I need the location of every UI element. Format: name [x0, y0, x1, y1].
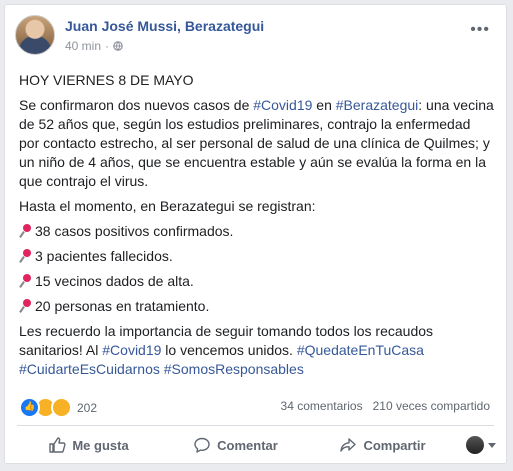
globe-icon[interactable]: [113, 41, 123, 51]
pushpin-icon: [19, 224, 31, 238]
comment-button[interactable]: Comentar: [162, 436, 309, 454]
hashtag-link[interactable]: #QuedateEnTuCasa: [297, 342, 424, 358]
post-line: HOY VIERNES 8 DE MAYO: [19, 72, 194, 88]
hashtag-link[interactable]: #SomosResponsables: [164, 361, 304, 377]
reactions-summary[interactable]: 202: [19, 397, 97, 418]
hashtag-link[interactable]: #Covid19: [102, 342, 161, 358]
like-reaction-icon: [19, 397, 40, 418]
thumbs-up-icon: [49, 437, 66, 453]
author-name[interactable]: Juan José Mussi, Berazategui: [65, 18, 264, 34]
share-button[interactable]: Compartir: [309, 436, 456, 454]
author-avatar[interactable]: [15, 15, 55, 55]
caret-down-icon: [488, 442, 496, 448]
list-item: 15 vecinos dados de alta.: [19, 272, 494, 291]
meta-separator: ·: [105, 39, 110, 53]
list-item: 38 casos positivos confirmados.: [19, 222, 494, 241]
pushpin-icon: [19, 299, 31, 313]
post-meta: 40 min ·: [65, 39, 123, 53]
hashtag-link[interactable]: #Covid19: [253, 97, 312, 113]
hashtag-link[interactable]: #CuidarteEsCuidarnos: [19, 361, 160, 377]
list-item: 20 personas en tratamiento.: [19, 297, 494, 316]
divider: [17, 425, 494, 426]
viewer-avatar: [466, 436, 484, 454]
post-paragraph: Hasta el momento, en Berazategui se regi…: [19, 198, 316, 214]
post-paragraph: Se confirmaron dos nuevos casos de #Covi…: [19, 97, 494, 189]
comment-label: Comentar: [217, 437, 278, 453]
more-options-icon[interactable]: •••: [470, 21, 490, 39]
share-label: Compartir: [363, 437, 426, 453]
post-header: Juan José Mussi, Berazategui 40 min · ••…: [15, 15, 496, 59]
list-item: 3 pacientes fallecidos.: [19, 247, 494, 266]
action-bar: Me gusta Comentar Compartir: [15, 429, 496, 461]
like-button[interactable]: Me gusta: [15, 436, 162, 454]
pushpin-icon: [19, 274, 31, 288]
wow-reaction-icon: [51, 397, 72, 418]
viewer-selector[interactable]: [456, 436, 496, 454]
comment-icon: [194, 437, 210, 453]
share-icon: [340, 438, 357, 452]
comment-count[interactable]: 34 comentarios: [281, 399, 363, 413]
post-body: HOY VIERNES 8 DE MAYO Se confirmaron dos…: [19, 71, 494, 385]
post-card: Juan José Mussi, Berazategui 40 min · ••…: [4, 4, 507, 464]
pushpin-icon: [19, 249, 31, 263]
like-label: Me gusta: [72, 437, 129, 453]
reaction-count[interactable]: 202: [77, 401, 97, 415]
share-count[interactable]: 210 veces compartido: [373, 399, 490, 413]
engagement-counts: 34 comentarios 210 veces compartido: [281, 399, 490, 413]
post-stats: 202 34 comentarios 210 veces compartido: [15, 397, 494, 418]
post-time[interactable]: 40 min: [65, 39, 101, 53]
post-paragraph: Les recuerdo la importancia de seguir to…: [19, 323, 434, 377]
hashtag-link[interactable]: #Berazategui: [336, 97, 419, 113]
